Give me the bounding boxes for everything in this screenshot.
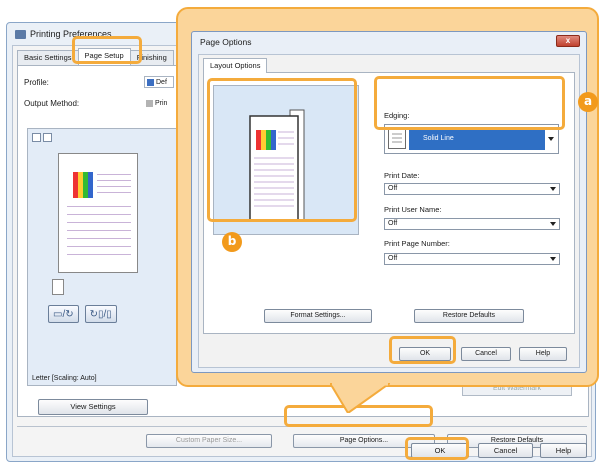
page-layout-icon: ↻▯/▯ xyxy=(89,308,112,320)
cancel-button[interactable]: Cancel xyxy=(461,347,511,361)
settings-view-icon[interactable] xyxy=(43,133,52,142)
layout-toggle-button[interactable]: ↻▯/▯ xyxy=(84,305,117,323)
callout-badge-a: a xyxy=(578,92,598,112)
preview-layout-buttons: ▭/↻ ↻▯/▯ xyxy=(48,305,117,323)
page-orientation-icon: ▭/↻ xyxy=(53,308,74,320)
tab-basic-settings[interactable]: Basic Settings xyxy=(17,50,79,65)
preview-mode-icons xyxy=(32,133,52,142)
magnifier-pointer xyxy=(330,383,390,413)
format-settings-button[interactable]: Format Settings... xyxy=(264,309,372,323)
callout-badge-b: b xyxy=(222,232,242,252)
profile-field[interactable]: Def xyxy=(144,76,174,88)
page-preview-pane: ▭/↻ ↻▯/▯ Letter [Scaling: Auto] xyxy=(27,128,177,386)
print-user-name-select[interactable]: Off xyxy=(384,218,560,230)
print-date-label: Print Date: xyxy=(384,171,420,180)
view-settings-button[interactable]: View Settings xyxy=(38,399,148,415)
custom-paper-size-button[interactable]: Custom Paper Size... xyxy=(146,434,272,448)
orientation-toggle-button[interactable]: ▭/↻ xyxy=(48,305,79,323)
ok-button-highlight xyxy=(405,437,469,460)
printer-icon xyxy=(15,29,26,39)
print-user-name-label: Print User Name: xyxy=(384,205,442,214)
output-method-value: Prin xyxy=(155,99,168,107)
page-setup-tab-highlight xyxy=(72,36,142,64)
print-date-select[interactable]: Off xyxy=(384,183,560,195)
color-bars-graphic xyxy=(73,172,93,198)
preview-caption: Letter [Scaling: Auto] xyxy=(32,375,97,382)
copies-stack-icon xyxy=(52,279,64,295)
chevron-down-icon xyxy=(550,257,556,261)
print-page-number-label: Print Page Number: xyxy=(384,239,450,248)
close-button[interactable]: x xyxy=(556,35,580,47)
output-method-field[interactable]: Prin xyxy=(144,97,174,109)
edging-highlight xyxy=(374,76,565,130)
output-method-icon xyxy=(146,99,153,107)
help-button[interactable]: Help xyxy=(540,443,587,458)
page-view-icon[interactable] xyxy=(32,133,41,142)
print-date-value: Off xyxy=(388,185,398,192)
edging-selected-value: Solid Line xyxy=(409,128,545,150)
page-options-title: Page Options xyxy=(200,37,252,47)
page-options-ok-highlight xyxy=(389,336,456,364)
preview-highlight xyxy=(207,78,357,222)
profile-value: Def xyxy=(156,78,167,86)
print-page-number-select[interactable]: Off xyxy=(384,253,560,265)
edging-style-icon xyxy=(388,129,406,149)
chevron-down-icon xyxy=(550,187,556,191)
print-user-name-value: Off xyxy=(388,220,398,227)
cancel-button[interactable]: Cancel xyxy=(478,443,533,458)
tab-layout-options[interactable]: Layout Options xyxy=(203,58,268,73)
preview-page-image xyxy=(58,153,138,273)
print-page-number-value: Off xyxy=(388,255,398,262)
profile-label: Profile: xyxy=(24,78,49,87)
profile-icon xyxy=(147,78,154,86)
help-button[interactable]: Help xyxy=(519,347,567,361)
output-method-label: Output Method: xyxy=(24,99,80,108)
chevron-down-icon xyxy=(548,137,554,141)
chevron-down-icon xyxy=(550,222,556,226)
restore-defaults-button[interactable]: Restore Defaults xyxy=(414,309,524,323)
